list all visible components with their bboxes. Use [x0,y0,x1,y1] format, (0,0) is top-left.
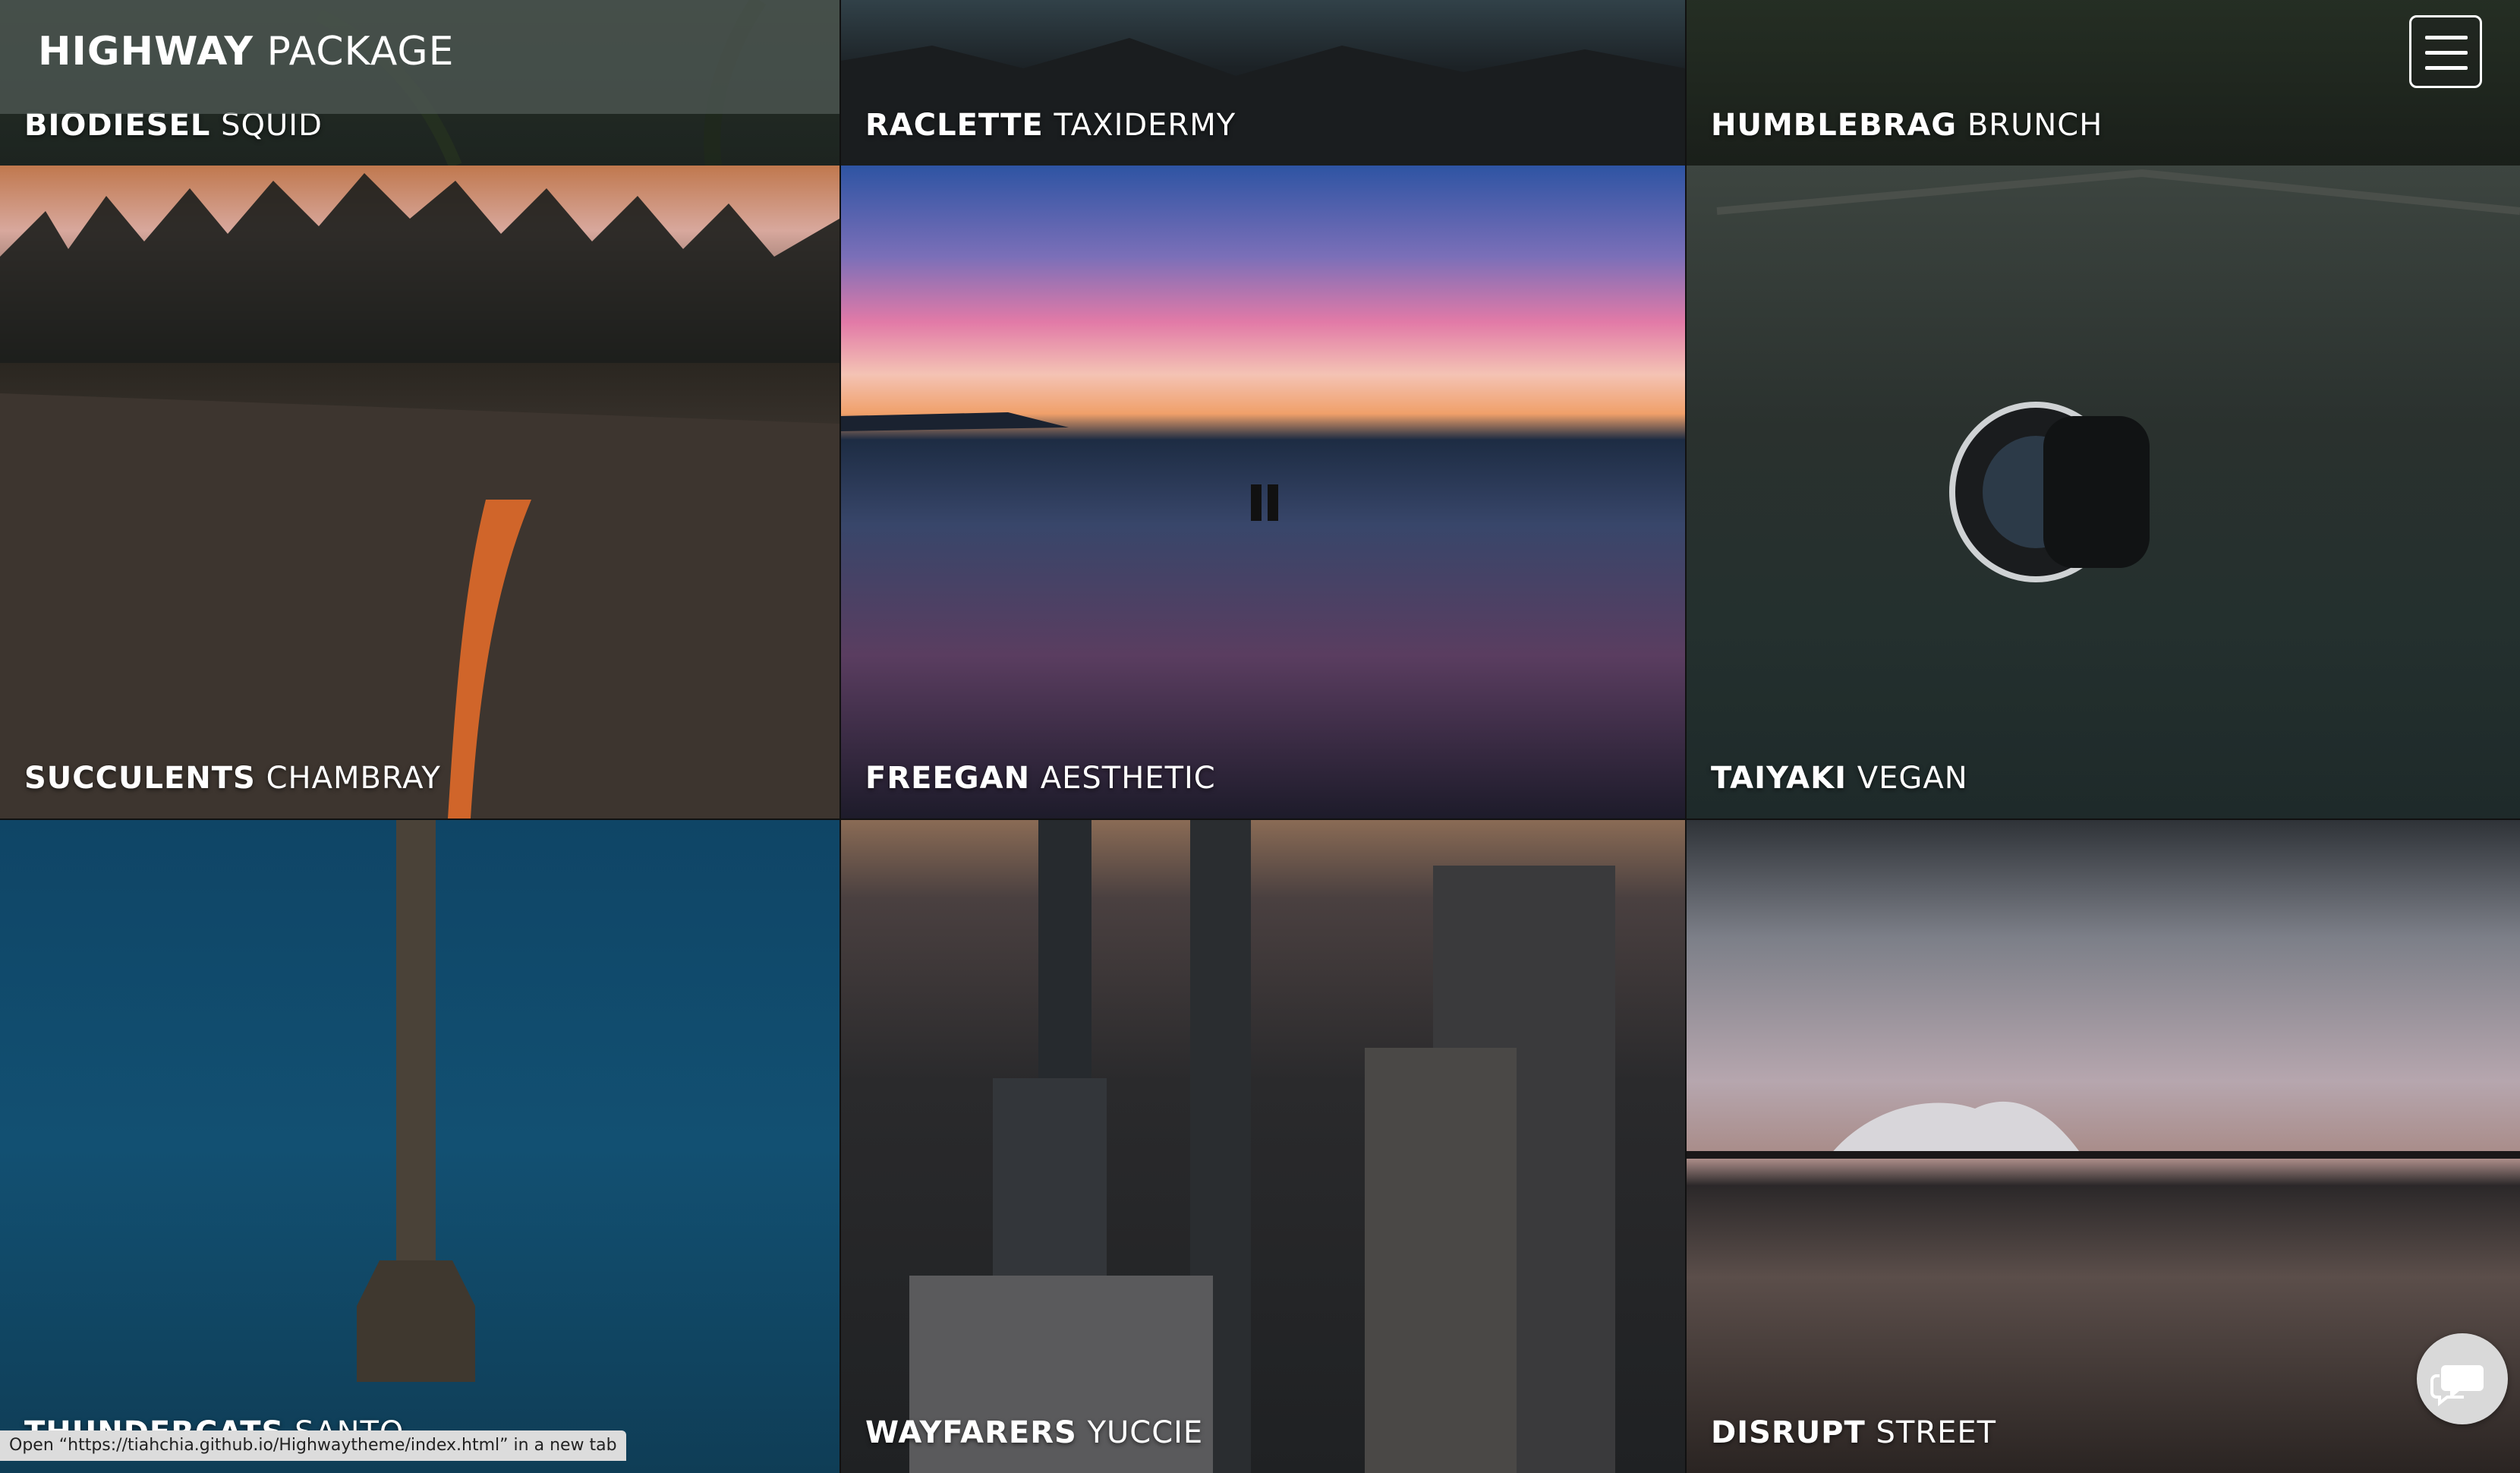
portfolio-tile-freegan-aesthetic[interactable]: FREEGAN AESTHETIC [841,166,1685,819]
link-status-tooltip: Open “https://tiahchia.github.io/Highway… [0,1430,626,1461]
site-brand[interactable]: HIGHWAY PACKAGE [38,29,455,74]
tile-caption: TAIYAKI VEGAN [1711,761,1968,796]
brand-light: PACKAGE [266,29,455,74]
tile-caption: HUMBLEBRAG BRUNCH [1711,108,2103,143]
tile-caption-light: STREET [1876,1415,1997,1450]
portfolio-tile-succulents-chambray[interactable]: SUCCULENTS CHAMBRAY [0,166,839,819]
camera-lens-decor [1716,169,2520,582]
portfolio-tile-disrupt-street[interactable]: DISRUPT STREET [1687,820,2520,1473]
tile-caption-light: CHAMBRAY [266,761,441,796]
portfolio-tile-wayfarers-yuccie[interactable]: WAYFARERS YUCCIE [841,820,1685,1473]
tile-caption-bold: HUMBLEBRAG [1711,108,1958,143]
tile-caption: RACLETTE TAXIDERMY [865,108,1236,143]
chat-widget-button[interactable] [2417,1333,2508,1424]
pier-decor [357,820,475,1382]
tile-caption-bold: DISRUPT [1711,1415,1866,1450]
portfolio-grid: BIODIESEL SQUID RACLETTE TAXIDERMY HUMBL… [0,0,2520,1473]
hamburger-menu-icon-bar [2425,66,2468,70]
forest-cliff-decor [0,173,839,819]
hamburger-menu-button[interactable] [2409,15,2482,88]
tile-caption-light: TAXIDERMY [1054,108,1236,143]
tile-caption-light: AESTHETIC [1040,761,1216,796]
hamburger-menu-icon-bar [2425,51,2468,55]
tile-caption-bold: SUCCULENTS [24,761,256,796]
portfolio-tile-thundercats-santo[interactable]: THUNDERCATS SANTO [0,820,839,1473]
city-buildings-decor [909,820,1615,1473]
tile-caption-bold: WAYFARERS [865,1415,1077,1450]
couple-silhouette-decor [841,412,1278,521]
portfolio-tile-taiyaki-vegan[interactable]: TAIYAKI VEGAN [1687,166,2520,819]
brand-bold: HIGHWAY [38,29,254,74]
site-header: HIGHWAY PACKAGE [0,0,839,114]
tile-caption-light: VEGAN [1857,761,1968,796]
tile-caption-light: BRUNCH [1967,108,2103,143]
tile-caption-bold: FREEGAN [865,761,1031,796]
tile-caption: WAYFARERS YUCCIE [865,1415,1203,1450]
chat-bubble-icon [2430,1365,2484,1407]
portfolio-tile-raclette-taxidermy[interactable]: RACLETTE TAXIDERMY [841,0,1685,166]
tile-caption-light: YUCCIE [1087,1415,1204,1450]
hamburger-menu-icon [2425,36,2468,39]
tile-caption: DISRUPT STREET [1711,1415,1996,1450]
dome-skyline-decor [1687,1101,2520,1159]
tile-caption-bold: RACLETTE [865,108,1044,143]
tile-caption: SUCCULENTS CHAMBRAY [24,761,441,796]
tile-caption-bold: TAIYAKI [1711,761,1847,796]
tile-caption: FREEGAN AESTHETIC [865,761,1216,796]
portfolio-tile-humblebrag-brunch[interactable]: HUMBLEBRAG BRUNCH [1687,0,2520,166]
